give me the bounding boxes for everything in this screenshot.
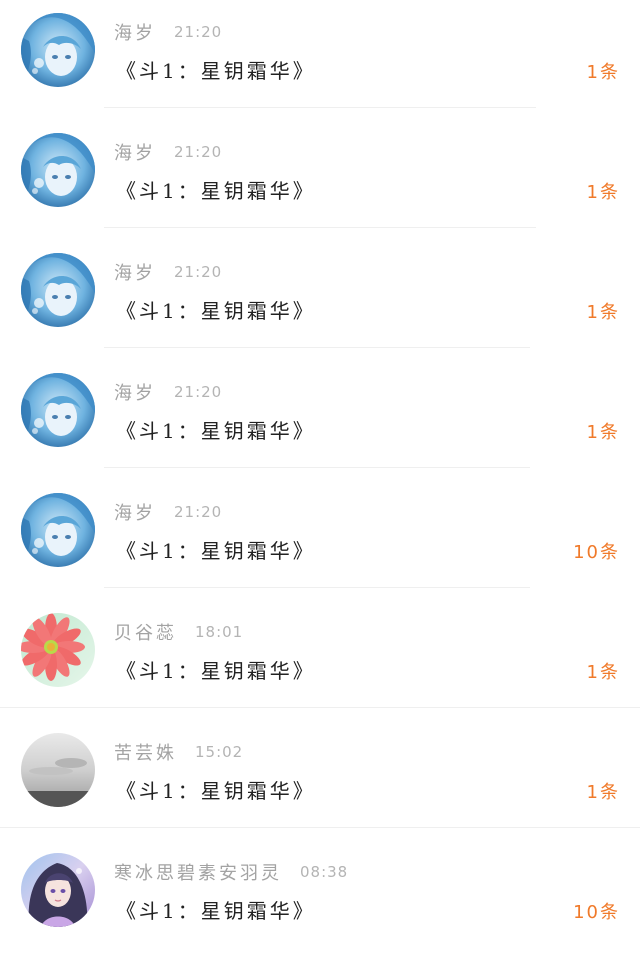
message-title: 《斗1：星钥霜华》 [116,779,316,803]
list-item[interactable]: 海岁 21:20 《斗1：星钥霜华》 1条 [0,0,640,120]
avatar[interactable] [21,253,95,327]
grey-sky-icon [21,733,95,807]
list-item[interactable]: 贝谷蕊 18:01 《斗1：星钥霜华》 1条 [0,600,640,720]
message-title: 《斗1：星钥霜华》 [116,899,316,923]
avatar[interactable] [21,853,95,927]
avatar[interactable] [21,13,95,87]
list-item[interactable]: 海岁 21:20 《斗1：星钥霜华》 1条 [0,240,640,360]
sender-name: 海岁 [114,143,156,164]
message-count: 10条 [573,542,620,563]
divider [104,227,536,228]
message-time: 21:20 [174,23,223,41]
message-title: 《斗1：星钥霜华》 [116,59,316,83]
sender-name: 海岁 [114,383,156,404]
avatar[interactable] [21,493,95,567]
message-meta: 海岁 21:20 [114,18,222,46]
blue-anime-girl-icon [21,253,95,327]
blue-anime-girl-icon [21,373,95,447]
blue-anime-girl-icon [21,493,95,567]
message-time: 18:01 [195,623,244,641]
message-meta: 海岁 21:20 [114,258,222,286]
list-item[interactable]: 苦芸姝 15:02 《斗1：星钥霜华》 1条 [0,720,640,840]
divider [104,347,530,348]
message-title: 《斗1：星钥霜华》 [116,539,316,563]
message-count: 10条 [573,902,620,923]
blue-anime-girl-icon [21,133,95,207]
message-time: 08:38 [300,863,349,881]
message-time: 21:20 [174,503,223,521]
avatar[interactable] [21,373,95,447]
message-meta: 海岁 21:20 [114,498,222,526]
divider [104,587,530,588]
divider [104,467,530,468]
sender-name: 海岁 [114,23,156,44]
message-time: 21:20 [174,143,223,161]
sender-name: 贝谷蕊 [114,623,177,644]
message-meta: 寒冰思碧素安羽灵 08:38 [114,858,348,886]
message-count: 1条 [586,422,620,443]
list-item[interactable]: 海岁 21:20 《斗1：星钥霜华》 1条 [0,120,640,240]
list-item[interactable]: 海岁 21:20 《斗1：星钥霜华》 10条 [0,480,640,600]
message-meta: 海岁 21:20 [114,138,222,166]
purple-anime-girl-icon [21,853,95,927]
message-time: 21:20 [174,383,223,401]
message-title: 《斗1：星钥霜华》 [116,419,316,443]
avatar[interactable] [21,133,95,207]
message-title: 《斗1：星钥霜华》 [116,179,316,203]
message-count: 1条 [586,782,620,803]
avatar[interactable] [21,613,95,687]
message-title: 《斗1：星钥霜华》 [116,299,316,323]
sender-name: 寒冰思碧素安羽灵 [114,863,282,884]
pink-flower-icon [21,613,95,687]
message-title: 《斗1：星钥霜华》 [116,659,316,683]
list-item[interactable]: 寒冰思碧素安羽灵 08:38 《斗1：星钥霜华》 10条 [0,840,640,960]
message-time: 15:02 [195,743,244,761]
message-count: 1条 [586,302,620,323]
message-meta: 贝谷蕊 18:01 [114,618,243,646]
divider [0,707,640,708]
message-time: 21:20 [174,263,223,281]
sender-name: 海岁 [114,263,156,284]
avatar[interactable] [21,733,95,807]
message-count: 1条 [586,662,620,683]
sender-name: 海岁 [114,503,156,524]
message-count: 1条 [586,62,620,83]
message-count: 1条 [586,182,620,203]
list-item[interactable]: 海岁 21:20 《斗1：星钥霜华》 1条 [0,360,640,480]
message-meta: 苦芸姝 15:02 [114,738,243,766]
sender-name: 苦芸姝 [114,743,177,764]
message-meta: 海岁 21:20 [114,378,222,406]
divider [0,827,640,828]
blue-anime-girl-icon [21,13,95,87]
divider [104,107,536,108]
